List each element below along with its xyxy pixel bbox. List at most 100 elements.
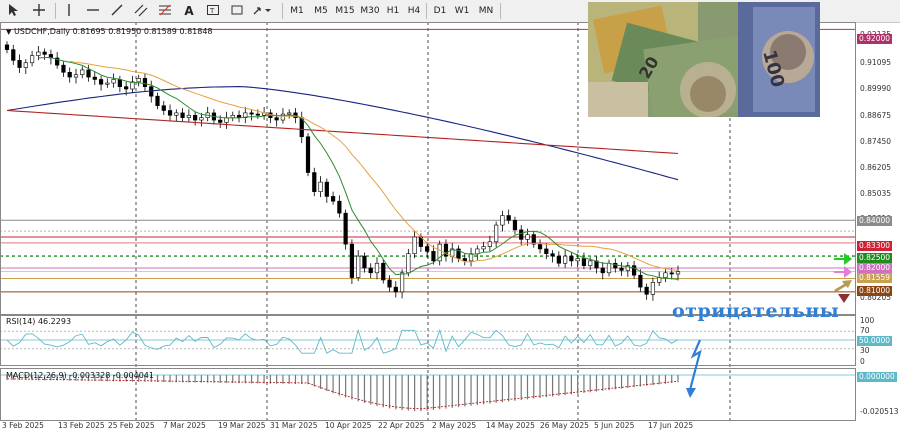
dropdown-triangle-icon[interactable]: ▼ bbox=[6, 28, 11, 36]
timeframe-w1[interactable]: W1 bbox=[453, 3, 471, 19]
candle-body bbox=[481, 246, 486, 250]
candle-body bbox=[330, 196, 336, 202]
rsi-axis-0: 0 bbox=[860, 357, 865, 366]
candle-body bbox=[124, 86, 129, 90]
candle-body bbox=[606, 262, 612, 274]
candle-body bbox=[613, 262, 618, 269]
candle-body bbox=[255, 113, 260, 116]
candle-body bbox=[657, 277, 662, 283]
candle-body bbox=[142, 77, 148, 87]
green-arrow-icon bbox=[834, 253, 852, 265]
candle-body bbox=[569, 255, 574, 262]
candle-body bbox=[312, 172, 317, 192]
price-level-tag: 0.81559 bbox=[857, 273, 893, 283]
candle-body bbox=[218, 119, 223, 123]
candle-body bbox=[105, 82, 110, 85]
label-tool-icon[interactable]: T bbox=[206, 3, 220, 19]
time-axis-label: 13 Feb 2025 bbox=[58, 421, 105, 430]
candle-body bbox=[136, 77, 141, 83]
candle-body bbox=[632, 265, 637, 276]
symbol-info: ▼ USDCHF,Daily 0.81695 0.81950 0.81589 0… bbox=[6, 27, 213, 36]
candle-body bbox=[475, 248, 480, 255]
cursor-icon[interactable] bbox=[6, 3, 20, 19]
symbol-ohlc-text: USDCHF,Daily 0.81695 0.81950 0.81589 0.8… bbox=[13, 27, 213, 36]
time-axis-label: 17 Jun 2025 bbox=[648, 421, 694, 430]
level-arrows bbox=[834, 253, 852, 303]
candle-body bbox=[236, 114, 242, 118]
crosshair-icon[interactable] bbox=[32, 3, 46, 19]
shapes-icon[interactable] bbox=[230, 3, 244, 19]
candle-body bbox=[512, 219, 518, 231]
candle-body bbox=[544, 248, 549, 255]
candle-body bbox=[550, 253, 555, 257]
pink-arrow-icon bbox=[834, 266, 852, 278]
price-axis-label: 0.86205 bbox=[860, 163, 892, 172]
arrows-dropdown-icon[interactable] bbox=[252, 3, 274, 19]
price-level-tag: 0.83300 bbox=[857, 241, 893, 251]
candle-body bbox=[117, 79, 122, 87]
candle-body bbox=[581, 258, 587, 266]
candle-body bbox=[487, 241, 492, 247]
candle-body bbox=[36, 51, 41, 56]
rsi-line bbox=[6, 328, 679, 354]
candle-body bbox=[525, 234, 530, 240]
trendline-icon[interactable] bbox=[110, 3, 124, 19]
price-axis-label: 0.91095 bbox=[860, 58, 892, 67]
timeframe-h1[interactable]: H1 bbox=[384, 3, 402, 19]
annotation-text: отрицательны bbox=[672, 300, 840, 322]
candle-body bbox=[280, 113, 286, 121]
candle-body bbox=[431, 251, 436, 262]
timeframe-m1[interactable]: M1 bbox=[287, 3, 307, 19]
candle-body bbox=[287, 112, 292, 115]
candle-body bbox=[638, 274, 643, 288]
timeframe-m15[interactable]: M15 bbox=[334, 3, 356, 19]
time-axis-label: 14 May 2025 bbox=[486, 421, 535, 430]
candle-body bbox=[506, 215, 511, 221]
time-axis-label: 19 Mar 2025 bbox=[218, 421, 266, 430]
candle-body bbox=[600, 267, 605, 274]
candle-body bbox=[249, 112, 254, 115]
time-axis-label: 26 May 2025 bbox=[540, 421, 589, 430]
candle-body bbox=[11, 49, 16, 61]
price-axis-label: 0.89990 bbox=[860, 84, 892, 93]
timeframe-m30[interactable]: M30 bbox=[359, 3, 381, 19]
price-level-tag: 0.84000 bbox=[857, 216, 893, 226]
time-axis-label: 31 Mar 2025 bbox=[270, 421, 318, 430]
price-axis-label: 0.87450 bbox=[860, 137, 892, 146]
candle-body bbox=[29, 55, 35, 64]
candle-body bbox=[324, 181, 329, 197]
fibonacci-icon[interactable] bbox=[158, 3, 172, 19]
candle-body bbox=[61, 64, 66, 73]
macd-zero-tag: 0.000000 bbox=[857, 372, 897, 382]
candle-body bbox=[193, 114, 198, 121]
channel-icon[interactable] bbox=[134, 3, 148, 19]
candle-body bbox=[80, 69, 85, 75]
candle-body bbox=[387, 279, 392, 288]
price-level-tag: 0.82500 bbox=[857, 253, 893, 263]
price-level-tag: 0.92000 bbox=[857, 34, 893, 44]
candle-body bbox=[556, 255, 561, 264]
time-axis-label: 7 Mar 2025 bbox=[163, 421, 206, 430]
horizontal-line-icon[interactable] bbox=[86, 3, 100, 19]
candle-body bbox=[167, 110, 173, 116]
candle-body bbox=[111, 79, 116, 84]
timeframe-d1[interactable]: D1 bbox=[431, 3, 449, 19]
candle-body bbox=[23, 62, 28, 68]
timeframe-mn[interactable]: MN bbox=[476, 3, 496, 19]
candle-body bbox=[318, 181, 323, 192]
candle-body bbox=[669, 272, 674, 275]
candle-body bbox=[349, 243, 355, 278]
timeframe-h4[interactable]: H4 bbox=[405, 3, 423, 19]
rsi-axis-70: 70 bbox=[860, 326, 870, 335]
vertical-line-icon[interactable] bbox=[62, 3, 76, 19]
timeframe-m5[interactable]: M5 bbox=[311, 3, 331, 19]
candle-body bbox=[650, 282, 656, 295]
text-tool-icon[interactable]: A bbox=[182, 3, 196, 19]
candle-body bbox=[500, 215, 505, 226]
time-axis-label: 5 Jun 2025 bbox=[594, 421, 635, 430]
candle-body bbox=[675, 271, 681, 275]
candle-body bbox=[92, 76, 97, 80]
candle-body bbox=[174, 112, 179, 116]
candle-body bbox=[425, 246, 430, 252]
candle-body bbox=[67, 72, 72, 78]
